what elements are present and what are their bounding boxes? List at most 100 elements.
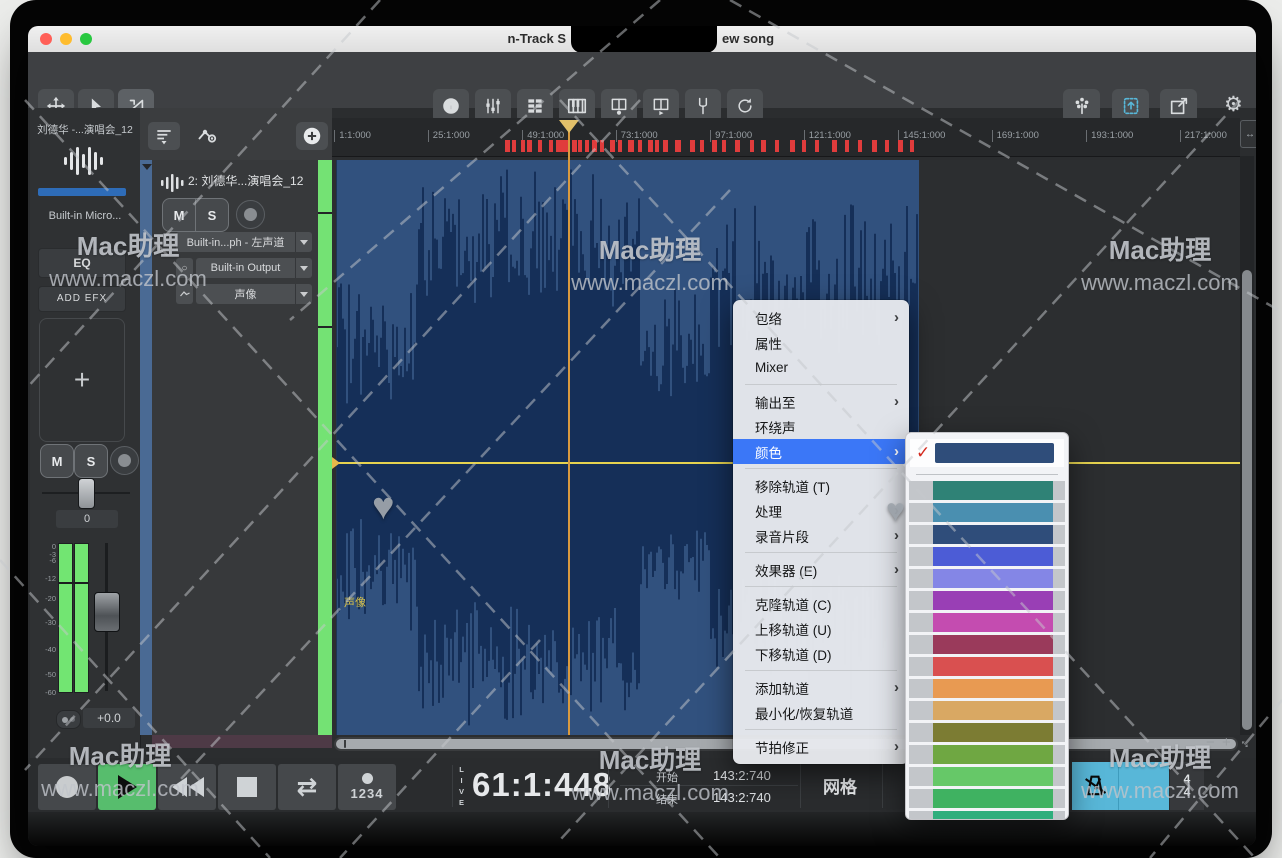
menu-item[interactable]: › (733, 548, 909, 557)
pan-mode-button[interactable] (56, 710, 81, 729)
pan-automation-handle-icon[interactable] (332, 457, 340, 469)
menu-item[interactable]: › (733, 380, 909, 389)
track-mute-button[interactable]: M (162, 198, 196, 232)
app-window: n-Track S ew song (28, 26, 1256, 846)
minimize-window-button[interactable] (60, 33, 72, 45)
metronome-button[interactable] (1072, 762, 1119, 810)
rewind-button[interactable] (158, 764, 216, 810)
menu-item[interactable]: 包络 › (733, 305, 909, 330)
zoom-out-button[interactable]: − (1206, 734, 1215, 751)
resize-corner-icon[interactable]: ↔ (1240, 734, 1253, 751)
color-option[interactable] (909, 767, 1065, 786)
menu-item[interactable]: 处理 › (733, 498, 909, 523)
tuning-fork-icon (693, 96, 713, 116)
color-swatch (933, 679, 1053, 698)
automation-node-icon[interactable] (176, 284, 193, 304)
time-display[interactable]: 61:1:448 (472, 766, 612, 804)
menu-item[interactable]: 上移轨道 (U) › (733, 616, 909, 641)
vertical-scrollbar[interactable] (1240, 156, 1254, 735)
zoom-window-button[interactable] (80, 33, 92, 45)
color-option[interactable] (909, 723, 1065, 742)
count-in-button[interactable]: 1234 (338, 764, 396, 810)
metronome-accent-button[interactable] (1119, 762, 1169, 810)
track-selection-strip[interactable] (140, 160, 152, 735)
zoom-in-button[interactable]: + (1222, 734, 1231, 751)
add-plugin-button[interactable]: + (39, 318, 125, 442)
eq-button[interactable]: EQ (38, 248, 126, 278)
menu-item[interactable]: 颜色 › (733, 439, 909, 464)
color-option[interactable] (909, 745, 1065, 764)
menu-item[interactable]: 移除轨道 (T) › (733, 473, 909, 498)
output-select-dropdown[interactable]: Built-in Output (196, 258, 312, 278)
stop-button[interactable] (218, 764, 276, 810)
settings-gear-icon[interactable]: ⚙ (1224, 92, 1243, 118)
pan-slider-handle[interactable] (78, 478, 95, 509)
menu-item[interactable]: Mixer › (733, 355, 909, 380)
menu-item[interactable]: 环绕声 › (733, 414, 909, 439)
timeline-ruler[interactable]: 1:1:000 25:1:000 49:1:000 (332, 118, 1240, 157)
current-color-option[interactable]: ✓ (910, 439, 1064, 467)
automation-mode-button[interactable] (192, 122, 224, 150)
sync-icon (735, 96, 755, 116)
record-icon (56, 776, 78, 798)
color-option[interactable] (909, 547, 1065, 566)
menu-item[interactable]: 属性 › (733, 330, 909, 355)
menu-item[interactable]: › (733, 464, 909, 473)
menu-item[interactable]: 录音片段 › (733, 523, 909, 548)
time-signature[interactable]: 4 4 (1170, 762, 1204, 810)
menu-item[interactable]: 添加轨道 › (733, 675, 909, 700)
menu-item[interactable]: 最小化/恢复轨道 › (733, 700, 909, 725)
color-option[interactable] (909, 481, 1065, 500)
close-window-button[interactable] (40, 33, 52, 45)
menu-item[interactable]: › (733, 582, 909, 591)
live-indicator[interactable]: LIVE (452, 765, 466, 807)
color-option[interactable] (909, 811, 1065, 820)
timeline-zoom-button[interactable]: ↔ (1240, 120, 1256, 148)
menu-item[interactable]: 输出至 › (733, 389, 909, 414)
collapse-tracks-button[interactable] (148, 122, 180, 150)
color-option[interactable] (909, 503, 1065, 522)
gain-value[interactable]: +0.0 (83, 708, 135, 728)
menu-item[interactable]: 效果器 (E) › (733, 557, 909, 582)
end-value[interactable]: 143:2:740 (713, 790, 771, 805)
export-icon (1168, 95, 1190, 117)
loop-button[interactable]: ⇄ (278, 764, 336, 810)
add-efx-button[interactable]: ADD EFX (38, 286, 126, 312)
menu-item[interactable]: › (733, 666, 909, 675)
color-option[interactable] (909, 657, 1065, 676)
menu-item[interactable]: › (733, 725, 909, 734)
ruler-marker (592, 140, 597, 152)
menu-item[interactable]: 节拍修正 › (733, 734, 909, 759)
grid-label[interactable]: 网格 (800, 773, 880, 798)
track-solo-button[interactable]: S (195, 198, 229, 232)
track-arm-record-button[interactable] (236, 200, 265, 229)
menu-item[interactable]: 下移轨道 (D) › (733, 641, 909, 666)
solo-button[interactable]: S (74, 444, 108, 478)
output-channel-icon[interactable]: ○ (176, 258, 193, 278)
color-option[interactable] (909, 525, 1065, 544)
ruler-marker (505, 140, 510, 152)
play-button[interactable] (98, 764, 156, 810)
arm-record-button[interactable] (110, 446, 139, 475)
color-option[interactable] (909, 789, 1065, 808)
ruler-marker (527, 140, 532, 152)
color-option[interactable] (909, 613, 1065, 632)
color-option[interactable] (909, 635, 1065, 654)
collapse-track-arrow-icon[interactable] (142, 164, 152, 170)
menu-item[interactable]: 克隆轨道 (C) › (733, 591, 909, 616)
record-button[interactable] (38, 764, 96, 810)
pan-automation-dropdown[interactable]: 声像 (196, 284, 312, 304)
start-value[interactable]: 143:2:740 (713, 768, 771, 783)
volume-fader-handle[interactable] (94, 592, 120, 632)
color-option[interactable] (909, 591, 1065, 610)
track-bottom-strip (152, 735, 332, 748)
color-option[interactable] (909, 679, 1065, 698)
playhead-handle[interactable] (559, 120, 579, 133)
track-header-panel[interactable]: 2: 刘德华...演唱会_12 M S Built-in...ph - 左声道 … (152, 160, 318, 735)
color-option[interactable] (909, 569, 1065, 588)
pan-value[interactable]: 0 (56, 510, 118, 528)
mute-button[interactable]: M (40, 444, 74, 478)
color-option[interactable] (909, 701, 1065, 720)
input-select-dropdown[interactable]: Built-in...ph - 左声道 (176, 232, 312, 252)
add-track-button[interactable] (296, 122, 328, 150)
